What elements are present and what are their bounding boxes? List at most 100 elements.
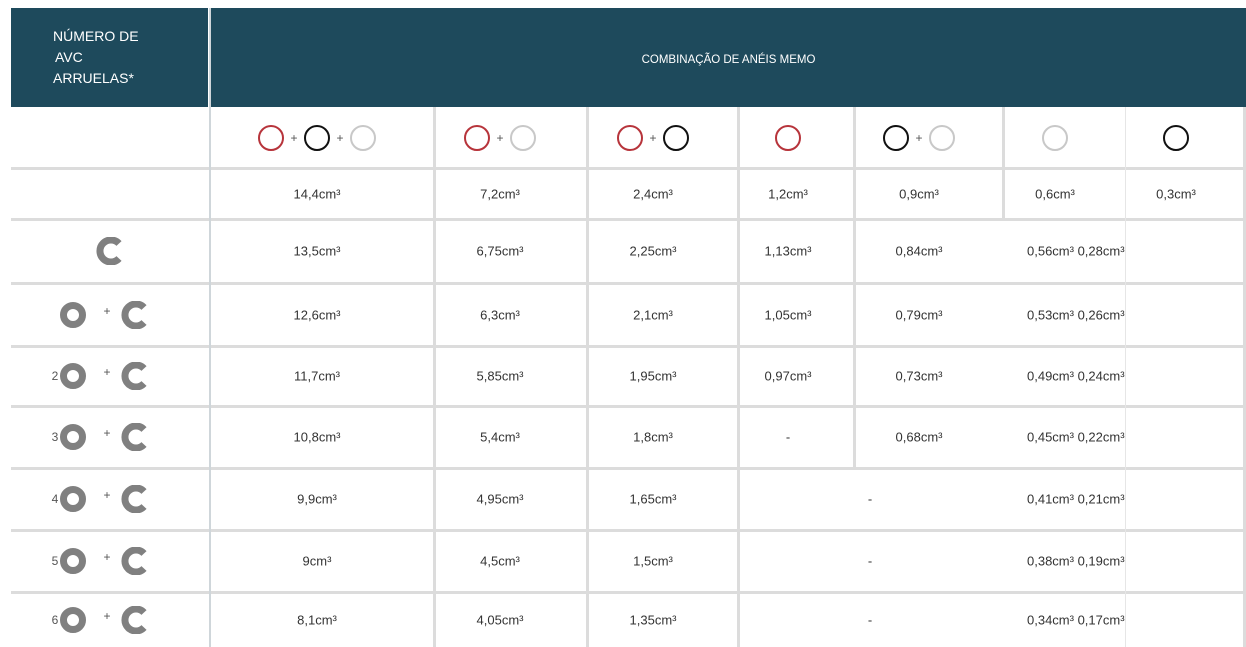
plus-sign: +: [103, 303, 111, 318]
volume-cell: 10,8cm³: [293, 429, 341, 445]
washer-o-icon: [60, 486, 86, 512]
washer-c-icon: [96, 237, 122, 265]
volume-cell: 4,95cm³: [476, 491, 524, 507]
column-divider: [1125, 107, 1126, 647]
row-divider: [11, 218, 1246, 221]
volume-cell: 1,13cm³: [764, 243, 812, 259]
volume-cell: 1,8cm³: [633, 429, 673, 445]
black-ring-icon: [663, 124, 689, 151]
grey-ring-icon: [1042, 124, 1068, 151]
volume-cell: 4,5cm³: [480, 553, 520, 569]
header-washer-count-text: NÚMERO DE AVC ARRUELAS*: [53, 26, 139, 89]
volume-cell: 0,84cm³: [895, 243, 943, 259]
row-divider: [11, 282, 1246, 285]
volume-cell-pair: 0,49cm³ 0,24cm³: [1027, 368, 1125, 384]
washer-o-icon: [60, 301, 86, 328]
plus-sign: +: [336, 130, 344, 145]
plus-sign: +: [103, 426, 111, 440]
volume-cell: 8,1cm³: [297, 612, 337, 627]
washer-o-icon: [60, 606, 86, 633]
plus-sign: +: [915, 130, 923, 145]
volume-cell: 2,25cm³: [629, 243, 677, 259]
washer-c-icon: [121, 547, 147, 575]
washer-c-icon: [121, 485, 147, 513]
volume-cell: 11,7cm³: [294, 368, 340, 384]
washer-count: 4: [51, 492, 59, 506]
row-divider: [11, 591, 1246, 594]
volume-cell-pair: 0,41cm³ 0,21cm³: [1027, 491, 1125, 507]
column-divider: [1002, 107, 1005, 219]
volume-cell-pair: 0,38cm³ 0,19cm³: [1027, 553, 1125, 569]
plus-sign: +: [103, 365, 111, 379]
volume-cell-merged: -: [867, 491, 873, 507]
volume-cell: 0,79cm³: [895, 307, 943, 322]
column-divider: [853, 107, 856, 468]
washer-count: 3: [51, 430, 59, 444]
volume-cell: 0,3cm³: [1156, 186, 1196, 201]
volume-cell: 1,05cm³: [764, 307, 812, 322]
washer-count: 6: [51, 612, 59, 627]
volume-cell: 0,97cm³: [764, 368, 812, 384]
volume-cell: 5,85cm³: [476, 368, 524, 384]
volume-cell: 13,5cm³: [293, 243, 341, 259]
column-divider: [737, 107, 740, 647]
washer-c-icon: [121, 300, 147, 329]
volume-cell: 6,3cm³: [480, 307, 520, 322]
volume-cell: 5,4cm³: [480, 429, 520, 445]
volume-cell: 12,6cm³: [293, 307, 341, 322]
column-divider: [586, 107, 589, 647]
washer-o-icon: [60, 363, 86, 389]
header-line-2: AVC: [55, 49, 83, 65]
volume-cell: 0,73cm³: [895, 368, 943, 384]
plus-sign: +: [103, 488, 111, 502]
volume-cell: 9cm³: [302, 553, 332, 569]
washer-count: 2: [51, 369, 59, 383]
volume-cell-pair: 0,34cm³ 0,17cm³: [1027, 612, 1125, 627]
volume-cell: 4,05cm³: [476, 612, 524, 627]
volume-cell-merged: -: [867, 612, 873, 627]
red-ring-icon: [617, 124, 643, 151]
grey-ring-icon: [510, 124, 536, 151]
volume-cell: 1,65cm³: [629, 491, 677, 507]
black-ring-icon: [1163, 124, 1189, 151]
row-divider: [11, 405, 1246, 408]
volume-cell-pair: 0,56cm³ 0,28cm³: [1027, 243, 1125, 259]
header-line-3: ARRUELAS*: [53, 70, 134, 86]
volume-cell: 0,6cm³: [1035, 186, 1075, 201]
volume-cell-merged: -: [867, 553, 873, 569]
washer-o-icon: [60, 424, 86, 450]
plus-sign: +: [649, 130, 657, 145]
volume-cell-pair: 0,45cm³ 0,22cm³: [1027, 429, 1125, 445]
volume-cell: 1,35cm³: [629, 612, 677, 627]
red-ring-icon: [775, 124, 801, 151]
volume-cell: 1,2cm³: [768, 186, 808, 201]
volume-cell: 1,95cm³: [629, 368, 677, 384]
volume-cell-pair: 0,53cm³ 0,26cm³: [1027, 307, 1125, 322]
volume-cell: 14,4cm³: [293, 186, 341, 201]
washer-o-icon: [60, 548, 86, 574]
plus-sign: +: [103, 608, 111, 623]
washer-c-icon: [121, 423, 147, 451]
plus-sign: +: [496, 130, 504, 145]
column-divider: [433, 107, 436, 647]
washer-c-icon: [121, 362, 147, 390]
grey-ring-icon: [929, 124, 955, 151]
volume-cell: 0,68cm³: [895, 429, 943, 445]
volume-cell: 2,4cm³: [633, 186, 673, 201]
plus-sign: +: [103, 550, 111, 564]
volume-cell: 1,5cm³: [633, 553, 673, 569]
red-ring-icon: [258, 124, 284, 151]
washer-c-icon: [121, 605, 147, 634]
volume-cell: 2,1cm³: [633, 307, 673, 322]
header-ring-combination-text: COMBINAÇÃO DE ANÉIS MEMO: [641, 54, 816, 66]
black-ring-icon: [883, 124, 909, 151]
row-divider: [11, 529, 1246, 532]
header-line-1: NÚMERO DE: [53, 28, 139, 44]
grey-ring-icon: [350, 124, 376, 151]
volume-cell: 0,9cm³: [899, 186, 939, 201]
red-ring-icon: [464, 124, 490, 151]
row-divider: [11, 167, 1246, 170]
row-divider: [11, 467, 1246, 470]
volume-cell: 9,9cm³: [297, 491, 337, 507]
plus-sign: +: [290, 130, 298, 145]
